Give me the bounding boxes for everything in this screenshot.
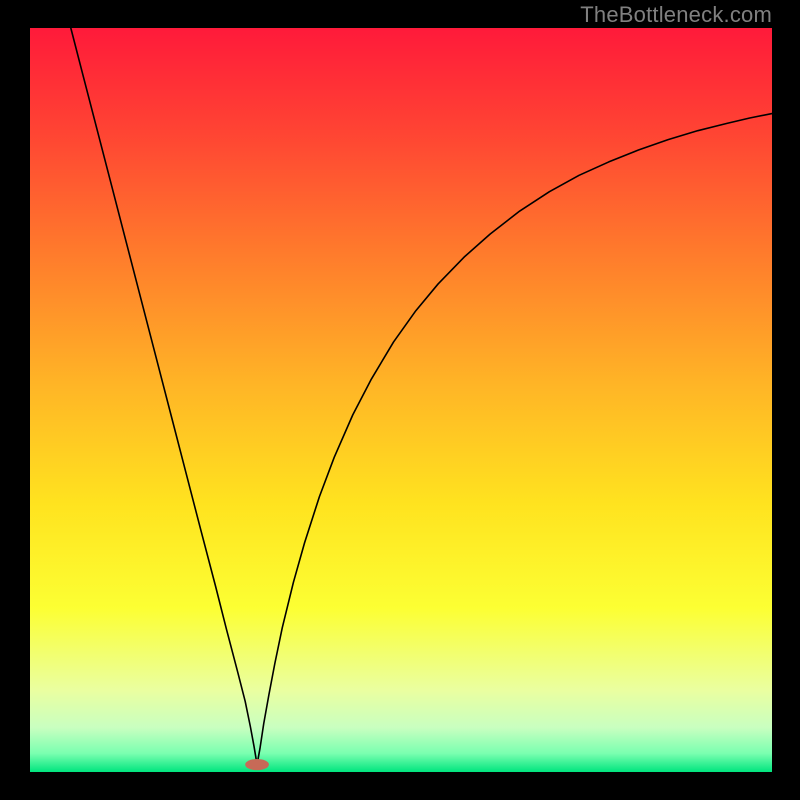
plot-background [30,28,772,772]
chart-frame: TheBottleneck.com [0,0,800,800]
chart-svg [0,0,800,800]
min-marker [245,759,269,770]
watermark-text: TheBottleneck.com [580,2,772,28]
